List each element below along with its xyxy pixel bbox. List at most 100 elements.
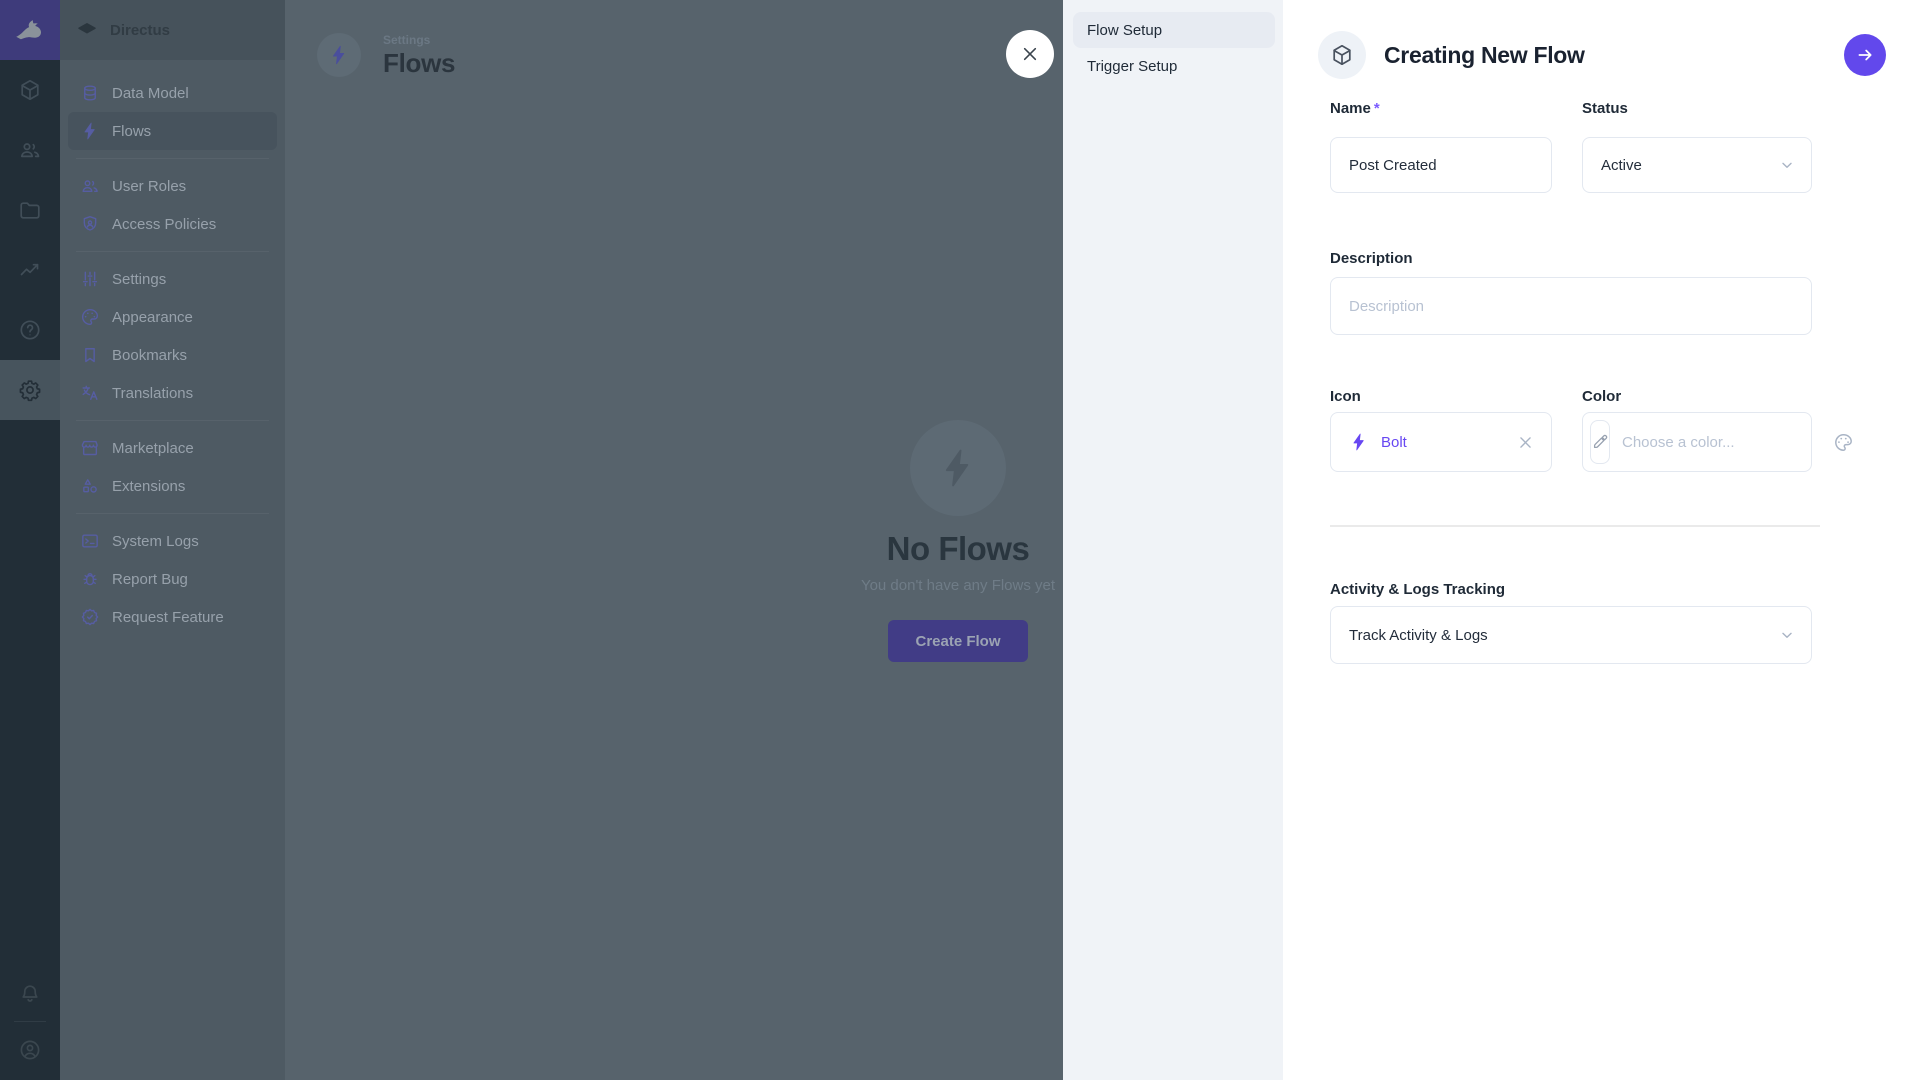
bolt-icon (1349, 432, 1369, 452)
box-icon (18, 78, 42, 102)
page-header: Settings Flows (317, 33, 455, 79)
color-input[interactable] (1610, 413, 1833, 471)
sidebar-item-marketplace[interactable]: Marketplace (68, 429, 277, 467)
submit-button[interactable] (1844, 34, 1886, 76)
storefront-icon (80, 438, 100, 458)
sidebar-item-bookmarks[interactable]: Bookmarks (68, 336, 277, 374)
sidebar-item-label: Report Bug (112, 571, 188, 588)
page-icon (317, 33, 361, 77)
award-icon (80, 607, 100, 627)
status-select[interactable]: Active (1582, 137, 1812, 193)
palette-icon[interactable] (1833, 432, 1854, 453)
sidebar-item-label: Settings (112, 271, 166, 288)
sidebar-item-label: System Logs (112, 533, 199, 550)
sidebar-item-label: Translations (112, 385, 193, 402)
module-bar-bottom (0, 967, 60, 1076)
sidebar-item-user-roles[interactable]: User Roles (68, 167, 277, 205)
bolt-icon (936, 446, 980, 490)
sidebar-divider (76, 158, 269, 159)
name-field-box (1330, 137, 1552, 193)
sidebar-item-extensions[interactable]: Extensions (68, 467, 277, 505)
bookmark-icon (80, 345, 100, 365)
empty-state-icon (910, 420, 1006, 516)
eyedropper-icon (1591, 433, 1609, 451)
form-divider (1330, 525, 1820, 527)
notifications-button[interactable] (0, 967, 60, 1019)
breadcrumb: Settings (383, 33, 455, 47)
module-files[interactable] (0, 180, 60, 240)
module-content[interactable] (0, 60, 60, 120)
project-logo-icon (76, 19, 98, 41)
drawer-section-nav: Flow SetupTrigger Setup (1063, 0, 1283, 1080)
sidebar-item-label: Extensions (112, 478, 185, 495)
help-icon (18, 318, 42, 342)
people-icon (18, 138, 42, 162)
palette-icon (80, 307, 100, 327)
project-name: Directus (110, 22, 170, 39)
sidebar-item-request-feature[interactable]: Request Feature (68, 598, 277, 636)
module-docs[interactable] (0, 300, 60, 360)
sidebar-item-label: Access Policies (112, 216, 216, 233)
sidebar-item-label: Flows (112, 123, 151, 140)
module-list (0, 60, 60, 420)
sidebar-item-label: Bookmarks (112, 347, 187, 364)
description-field-box (1330, 277, 1812, 335)
translate-icon (80, 383, 100, 403)
drawer: Creating New Flow Name* Status Active De… (1283, 0, 1920, 1080)
module-insights[interactable] (0, 240, 60, 300)
bug-icon (80, 569, 100, 589)
drawer-close-button[interactable] (1006, 30, 1054, 78)
bolt-icon (328, 44, 350, 66)
color-label: Color (1582, 388, 1812, 405)
bell-icon (18, 981, 42, 1005)
module-users[interactable] (0, 120, 60, 180)
sidebar: Directus Data Model Flows User Roles Access… (60, 0, 285, 1080)
avatar-icon (18, 1038, 42, 1062)
sidebar-item-label: User Roles (112, 178, 186, 195)
sidebar-item-translations[interactable]: Translations (68, 374, 277, 412)
folder-icon (18, 198, 42, 222)
bolt-icon (80, 121, 100, 141)
create-flow-button[interactable]: Create Flow (888, 620, 1028, 662)
terminal-icon (80, 531, 100, 551)
database-icon (80, 83, 100, 103)
name-label: Name* (1330, 100, 1552, 117)
name-input[interactable] (1331, 138, 1551, 192)
color-field-box (1582, 412, 1812, 472)
chevron-down-icon (1777, 625, 1797, 645)
drawer-nav-flow-setup[interactable]: Flow Setup (1073, 12, 1275, 48)
clear-icon-button[interactable] (1516, 433, 1535, 452)
sidebar-item-report-bug[interactable]: Report Bug (68, 560, 277, 598)
status-label: Status (1582, 100, 1812, 117)
icon-value: Bolt (1381, 434, 1407, 451)
sidebar-divider (76, 251, 269, 252)
sidebar-divider (76, 420, 269, 421)
tracking-select[interactable]: Track Activity & Logs (1330, 606, 1812, 664)
drawer-nav-trigger-setup[interactable]: Trigger Setup (1073, 48, 1275, 84)
shapes-icon (80, 476, 100, 496)
project-header[interactable]: Directus (60, 0, 285, 60)
icon-select[interactable]: Bolt (1330, 412, 1552, 472)
required-asterisk: * (1374, 100, 1380, 117)
sidebar-item-label: Data Model (112, 85, 189, 102)
sidebar-item-label: Appearance (112, 309, 193, 326)
tune-icon (80, 269, 100, 289)
sidebar-groups: Data Model Flows User Roles Access Policies… (60, 60, 285, 636)
app-logo[interactable] (0, 0, 60, 60)
sidebar-item-data-model[interactable]: Data Model (68, 74, 277, 112)
module-settings[interactable] (0, 360, 60, 420)
account-button[interactable] (0, 1024, 60, 1076)
module-bar-divider (14, 1021, 46, 1022)
sidebar-item-appearance[interactable]: Appearance (68, 298, 277, 336)
people-icon (80, 176, 100, 196)
sidebar-item-access-policies[interactable]: Access Policies (68, 205, 277, 243)
sidebar-item-settings[interactable]: Settings (68, 260, 277, 298)
flow-setup-form: Name* Status Active Description Icon Col… (1330, 0, 1812, 1080)
sidebar-divider (76, 513, 269, 514)
description-input[interactable] (1331, 278, 1811, 334)
sidebar-item-system-logs[interactable]: System Logs (68, 522, 277, 560)
directus-rabbit-icon (12, 12, 48, 48)
color-picker-button[interactable] (1590, 420, 1610, 464)
module-bar (0, 0, 60, 1080)
sidebar-item-flows[interactable]: Flows (68, 112, 277, 150)
